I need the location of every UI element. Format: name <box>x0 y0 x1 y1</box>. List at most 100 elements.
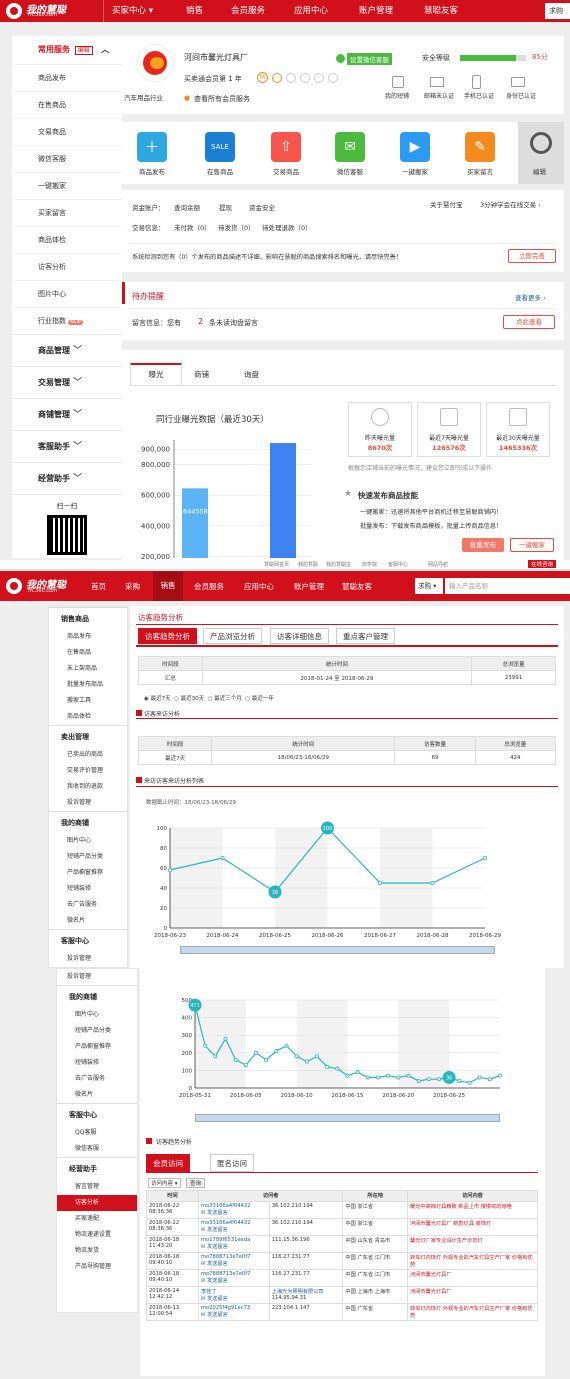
nav-youke[interactable]: 慧聪友客 <box>424 4 458 16</box>
radio-3months[interactable]: ○ 最近三个月 <box>208 696 242 702</box>
query-button[interactable]: 查询 <box>186 1178 206 1188</box>
batch-publish-button[interactable]: 批量发布 <box>462 538 504 552</box>
nav2-apps[interactable]: 应用中心 <box>244 581 274 592</box>
publish-icon[interactable]: ＋ <box>137 132 167 162</box>
phone-verify-label[interactable]: 手机已认证 <box>464 91 494 100</box>
visit-content-cell[interactable]: 馨光灯厂家专业设计生产示范灯 <box>407 1235 538 1253</box>
nav2-sales-active[interactable]: 销售 <box>153 571 183 601</box>
learn-trade-link[interactable]: 3分钟学会在线交易 › <box>480 199 541 209</box>
todo-more-link[interactable]: 查看更多 › <box>515 292 546 302</box>
send-message-link[interactable]: ✉ 发送留言 <box>201 1277 267 1284</box>
sidebar-item-index[interactable]: 行业指数 NEW <box>12 307 122 334</box>
sb2-item[interactable]: 去广告服务 <box>57 1071 137 1087</box>
id-card-icon[interactable] <box>511 77 525 87</box>
sb2-item[interactable]: 商品发布 <box>49 629 127 645</box>
sb2-item[interactable]: QQ客服 <box>57 1125 137 1141</box>
sb2-item[interactable]: 搬家工具 <box>49 693 127 709</box>
send-message-link[interactable]: ✉ 发送留言 <box>201 1226 267 1233</box>
quick-publish-label[interactable]: 商品发布 <box>122 166 182 176</box>
visitor-cell[interactable]: mo1789f6531eeda ✉ 发送留言 <box>198 1235 270 1253</box>
sidebar-item-trade[interactable]: 交易商品 <box>12 118 122 145</box>
improve-button[interactable]: 立即完善 <box>508 249 556 263</box>
visitor-cell[interactable]: mo33166a4f04432 ✉ 发送留言 <box>198 1201 270 1219</box>
company-name[interactable]: 河间市馨光灯具厂 <box>184 52 248 63</box>
sidebar-group-service[interactable]: 客服助手 ﹀ <box>12 430 122 462</box>
sidebar-item-checkup[interactable]: 商品体检 <box>12 226 122 253</box>
sb2-item[interactable]: 短铺装修 <box>57 1055 137 1071</box>
nav2-purchase[interactable]: 采购 <box>125 581 140 592</box>
sidebar-group-goods[interactable]: 商品管理 ﹀ <box>12 334 122 366</box>
message-icon[interactable]: ✎ <box>465 132 495 162</box>
sb2-item[interactable]: 投诉管理 <box>49 795 127 811</box>
sidebar-edit-button[interactable]: 编辑 <box>74 46 93 55</box>
sb2-item[interactable]: 短铺装修 <box>49 881 127 897</box>
sb2-item[interactable]: 微名片 <box>57 1087 137 1103</box>
strip-link-school[interactable]: 商学院 <box>362 561 377 568</box>
online-consult-button[interactable]: 在线咨询 <box>528 560 557 568</box>
visitor-cell[interactable]: mo33166a4f04432 ✉ 发送留言 <box>198 1218 270 1236</box>
send-message-link[interactable]: ✉ 发送留言 <box>201 1311 267 1318</box>
sidebar-group-business[interactable]: 经营助手 ﹀ <box>12 462 122 494</box>
trade-icon[interactable]: ⇧ <box>271 132 301 162</box>
about-huifubao-link[interactable]: 关于慧付宝 <box>430 199 463 209</box>
sb2-item[interactable]: 我收到的退款 <box>49 779 127 795</box>
sb2-item[interactable]: 买家速配 <box>57 1211 137 1227</box>
nav-buyer-center[interactable]: 买家中心 ▾ <box>112 4 153 16</box>
sb2-item[interactable]: 产品橱窗推荐 <box>49 865 127 881</box>
group-sold[interactable]: 卖出管理 <box>49 725 127 747</box>
view-now-button[interactable]: 点此查看 <box>503 315 555 329</box>
group-my-shop[interactable]: 我的商铺 <box>49 811 127 833</box>
check-balance-link[interactable]: 查询余额 <box>174 202 200 212</box>
chevron-up-icon[interactable]: ︿ <box>101 36 109 64</box>
phone-icon[interactable] <box>472 75 481 89</box>
zoom-slider[interactable] <box>180 946 495 954</box>
sidebar-item-images[interactable]: 图片中心 <box>12 280 122 307</box>
quick-edit-button[interactable]: 编辑 <box>518 122 564 184</box>
quick-messages-label[interactable]: 买家留言 <box>450 166 510 176</box>
group-service-center[interactable]: 客服中心 <box>57 1103 137 1125</box>
radio-7days[interactable]: ◉ 最近7天 <box>144 696 171 702</box>
sb2-item[interactable]: 交易评价管理 <box>49 763 127 779</box>
visit-content-cell[interactable]: 河间市馨光灯具厂 <box>407 1286 538 1304</box>
tab-key-customers[interactable]: 重点客户管理 <box>336 628 395 644</box>
radio-1year[interactable]: ○ 最近一年 <box>245 696 274 702</box>
quick-trade-label[interactable]: 交易商品 <box>256 166 316 176</box>
sb2-item[interactable]: 产品导购管理 <box>57 1259 137 1275</box>
nav-app-center[interactable]: 应用中心 <box>294 4 328 16</box>
group-my-shop[interactable]: 我的商铺 <box>57 985 137 1007</box>
sb2-item[interactable]: 在售商品 <box>49 645 127 661</box>
sidebar-group-shop[interactable]: 商铺管理 ﹀ <box>12 398 122 430</box>
visit-content-cell[interactable]: 转车灯内饰灯 外观专业的汽车灯具生产厂家 价格有优势 <box>407 1303 538 1321</box>
to-ship-link[interactable]: 待发货（0） <box>218 222 255 232</box>
tab-anonymous-visits[interactable]: 匿名访问 <box>210 1154 254 1172</box>
radio-30days[interactable]: ○ 最近30天 <box>174 696 204 702</box>
tab-trend[interactable]: 访客趋势分析 <box>138 628 197 644</box>
sidebar-item-visitors[interactable]: 访客分析 <box>12 253 122 280</box>
sb2-item[interactable]: 微信客服 <box>57 1141 137 1157</box>
verify-shop-label[interactable]: 我的短铺 <box>385 91 409 100</box>
visit-content-select[interactable]: 访问内容 ▾ <box>148 1178 181 1188</box>
truck-icon[interactable]: ▶ <box>400 132 430 162</box>
visit-content-cell[interactable]: 转车灯内饰灯 外观专业的汽车灯具生产厂家 价格有优势 <box>407 1252 538 1270</box>
sb2-item[interactable]: 物流发货 <box>57 1243 137 1259</box>
sb2-item[interactable]: 批量发布商品 <box>49 677 127 693</box>
visit-content-cell[interactable]: 暖光中高档灯具精致 新品上市 慢慢欢的惊艳 <box>407 1201 538 1219</box>
zoom-slider[interactable] <box>195 1114 500 1122</box>
search-stub[interactable]: 求购 <box>545 3 570 19</box>
tab-shop[interactable]: 商铺 <box>194 369 209 380</box>
withdraw-link[interactable]: 提现 <box>219 202 232 212</box>
logo[interactable]: 我的慧聪 HC360.com <box>6 2 102 20</box>
quick-onsale-label[interactable]: 在售商品 <box>190 166 250 176</box>
nav2-account[interactable]: 账户管理 <box>294 581 324 592</box>
visitor-cell[interactable]: mo7888713e7e0f7 ✉ 发送留言 <box>198 1269 270 1287</box>
strip-link-home[interactable]: 慧聪网首页 <box>264 561 289 568</box>
sb2-item[interactable]: 未上架商品 <box>49 661 127 677</box>
nav2-home[interactable]: 首页 <box>91 581 106 592</box>
logo[interactable]: 我的慧聪 HC360.com <box>6 576 86 596</box>
sidebar-item-publish[interactable]: 商品发布 <box>12 64 122 91</box>
strip-link-bao[interactable]: 我的慧聪宝 <box>326 561 351 568</box>
nav-member-service[interactable]: 会员服务 <box>231 4 265 16</box>
company-link[interactable]: 上海光为照明有限公司 <box>272 1288 341 1295</box>
tab-visitor-detail[interactable]: 访客详细信息 <box>270 628 329 644</box>
unpaid-link[interactable]: 未付款（0） <box>174 222 211 232</box>
